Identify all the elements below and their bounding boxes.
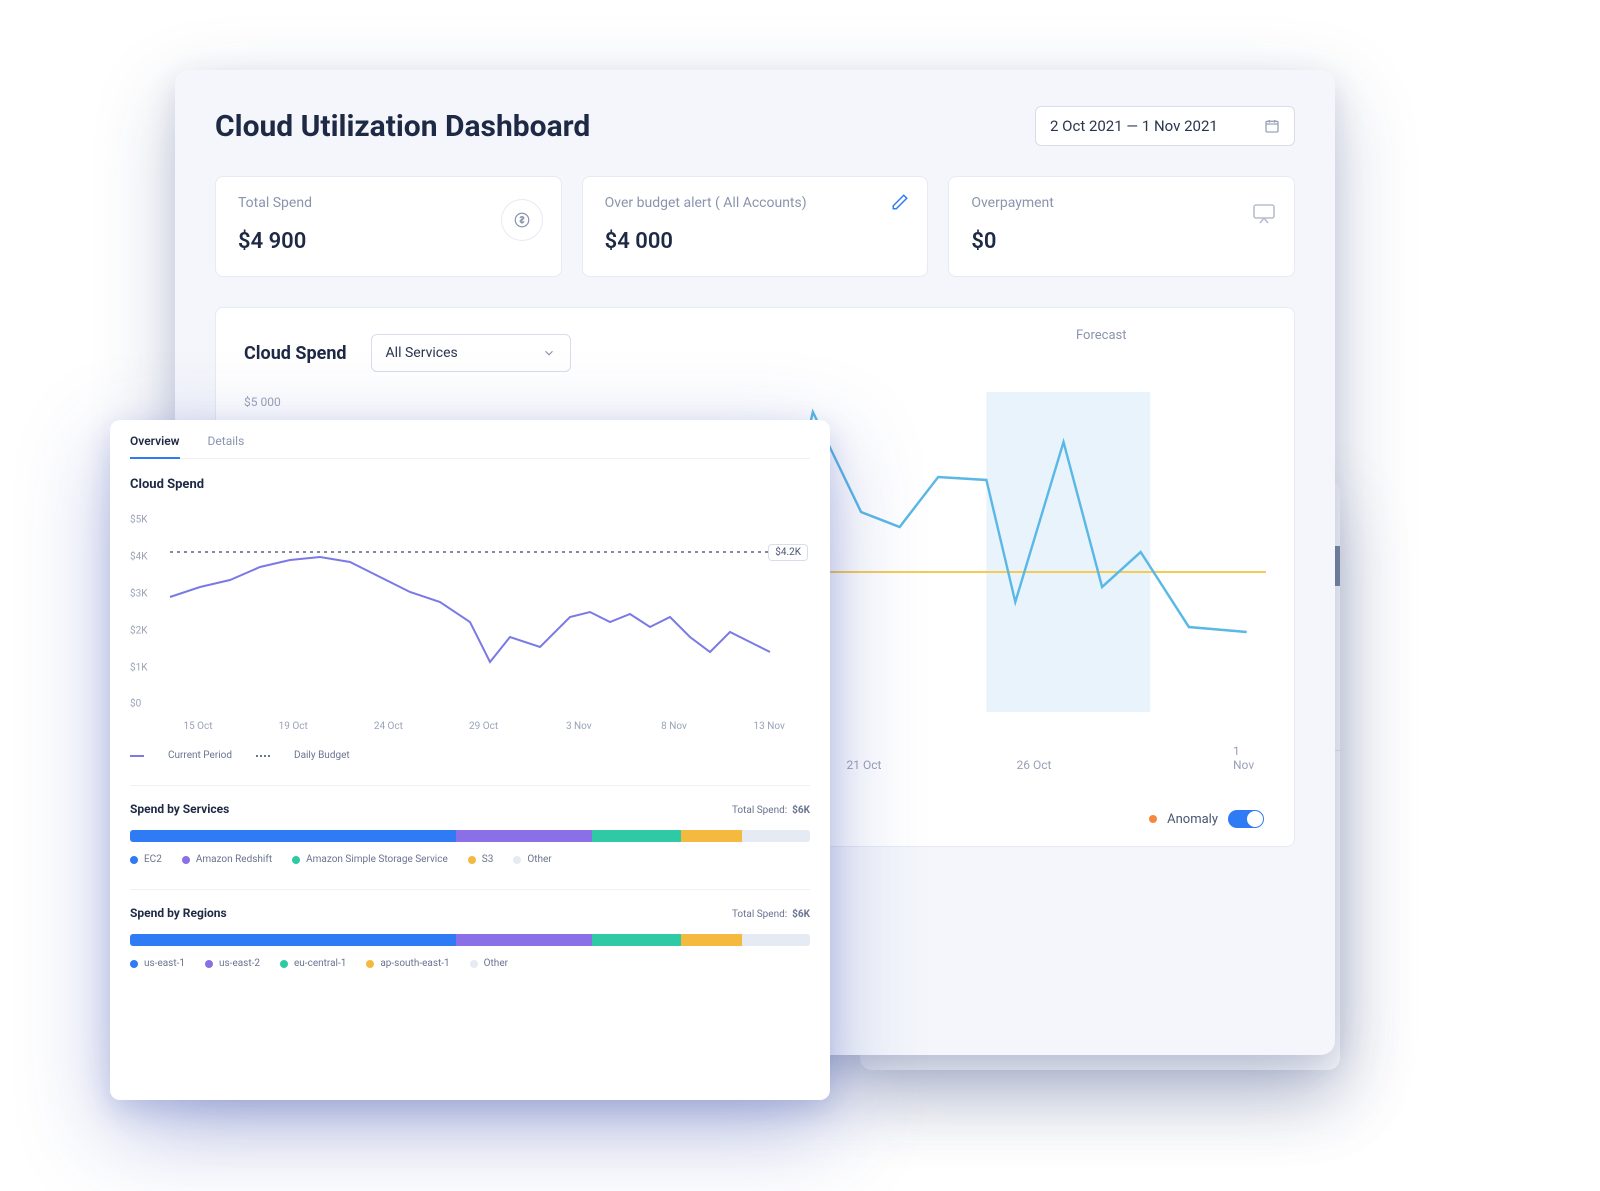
x-tick: 3 Nov — [566, 721, 592, 732]
legend-item: Daily Budget — [294, 750, 350, 761]
metric-value: $4 900 — [238, 229, 539, 254]
metric-label: Over budget alert ( All Accounts) — [605, 195, 906, 211]
legend-dot-icon — [513, 856, 521, 864]
section-title: Spend by Services — [130, 802, 229, 816]
bar-seg-s3service — [592, 830, 680, 842]
bar-seg-redshift — [456, 830, 592, 842]
legend-dot-icon — [468, 856, 476, 864]
metric-label: Overpayment — [971, 195, 1272, 211]
service-selector[interactable]: All Services — [371, 334, 571, 372]
metric-value: $4 000 — [605, 229, 906, 254]
bar-seg — [681, 934, 742, 946]
regions-bar — [130, 934, 810, 946]
budget-pill: $4.2K — [768, 544, 808, 561]
presentation-icon — [1252, 203, 1276, 225]
metric-total-spend: Total Spend $4 900 — [215, 176, 562, 277]
bar-seg — [456, 934, 592, 946]
panel-title: Cloud Spend — [244, 343, 347, 364]
legend-dot-icon — [130, 960, 138, 968]
selector-value: All Services — [386, 345, 458, 361]
bar-seg-other — [742, 830, 810, 842]
tab-details[interactable]: Details — [208, 434, 245, 448]
legend-dot-icon — [182, 856, 190, 864]
overlay-legend: Current Period Daily Budget — [130, 750, 810, 761]
legend-item: Amazon Redshift — [196, 854, 272, 865]
overview-overlay-card: Overview Details Cloud Spend $5K $4K $3K… — [110, 420, 830, 1100]
overlay-chart: $5K $4K $3K $2K $1K $0 $4.2K 15 Oct 19 O… — [130, 502, 810, 732]
chevron-down-icon — [542, 346, 556, 360]
x-tick: 1 Nov — [1233, 744, 1255, 772]
overlay-spend-line — [170, 557, 770, 662]
section-title: Spend by Regions — [130, 906, 227, 920]
date-range-text: 2 Oct 2021 — 1 Nov 2021 — [1050, 117, 1218, 135]
bar-seg — [592, 934, 680, 946]
metric-label: Total Spend — [238, 195, 539, 211]
anomaly-dot-icon — [1149, 815, 1157, 823]
legend-item: Other — [484, 958, 508, 969]
legend-dot-icon — [130, 856, 138, 864]
legend-item: us-east-2 — [219, 958, 260, 969]
legend-item: EC2 — [144, 854, 162, 865]
metric-budget-alert: Over budget alert ( All Accounts) $4 000 — [582, 176, 929, 277]
total-value: $6K — [792, 805, 810, 816]
page-title: Cloud Utilization Dashboard — [215, 109, 590, 144]
legend-item: ap-south-east-1 — [380, 958, 449, 969]
metric-value: $0 — [971, 229, 1272, 254]
x-tick: 15 Oct — [183, 721, 212, 732]
pencil-icon — [891, 193, 909, 211]
edit-metric-button[interactable] — [891, 193, 909, 211]
legend-dot-icon — [470, 960, 478, 968]
metric-overpayment: Overpayment $0 — [948, 176, 1295, 277]
date-range-picker[interactable]: 2 Oct 2021 — 1 Nov 2021 — [1035, 106, 1295, 146]
x-tick: 19 Oct — [279, 721, 308, 732]
legend-line-icon — [130, 755, 144, 757]
x-tick: 26 Oct — [1017, 758, 1052, 772]
forecast-label: Forecast — [1076, 328, 1126, 343]
legend-item: Other — [527, 854, 551, 865]
x-tick: 24 Oct — [374, 721, 403, 732]
legend-dot-icon — [280, 960, 288, 968]
calendar-icon — [1264, 118, 1280, 134]
dollar-icon — [501, 199, 543, 241]
total-label: Total Spend: — [732, 805, 787, 816]
legend-item: Current Period — [168, 750, 232, 761]
x-tick: 29 Oct — [469, 721, 498, 732]
legend-dashed-icon — [256, 755, 270, 757]
anomaly-toggle[interactable] — [1228, 810, 1264, 828]
spend-by-services-section: Spend by Services Total Spend: $6K EC2 A… — [130, 785, 810, 865]
services-bar — [130, 830, 810, 842]
x-tick: 8 Nov — [661, 721, 687, 732]
total-label: Total Spend: — [732, 909, 787, 920]
bar-seg — [130, 934, 456, 946]
legend-item: S3 — [482, 854, 494, 865]
legend-dot-icon — [366, 960, 374, 968]
legend-dot-icon — [292, 856, 300, 864]
bar-seg-ec2 — [130, 830, 456, 842]
legend-dot-icon — [205, 960, 213, 968]
bar-seg-s3 — [681, 830, 742, 842]
bar-seg — [742, 934, 810, 946]
anomaly-label: Anomaly — [1167, 812, 1218, 827]
overlay-chart-title: Cloud Spend — [130, 477, 810, 492]
legend-item: eu-central-1 — [294, 958, 346, 969]
legend-item: Amazon Simple Storage Service — [306, 854, 448, 865]
tab-overview[interactable]: Overview — [130, 434, 180, 448]
x-tick: 21 Oct — [847, 758, 882, 772]
total-value: $6K — [792, 909, 810, 920]
spend-by-regions-section: Spend by Regions Total Spend: $6K us-eas… — [130, 889, 810, 969]
legend-item: us-east-1 — [144, 958, 185, 969]
x-tick: 13 Nov — [754, 721, 785, 732]
y-tick: $5 000 — [244, 395, 281, 409]
forecast-zone — [986, 392, 1150, 712]
